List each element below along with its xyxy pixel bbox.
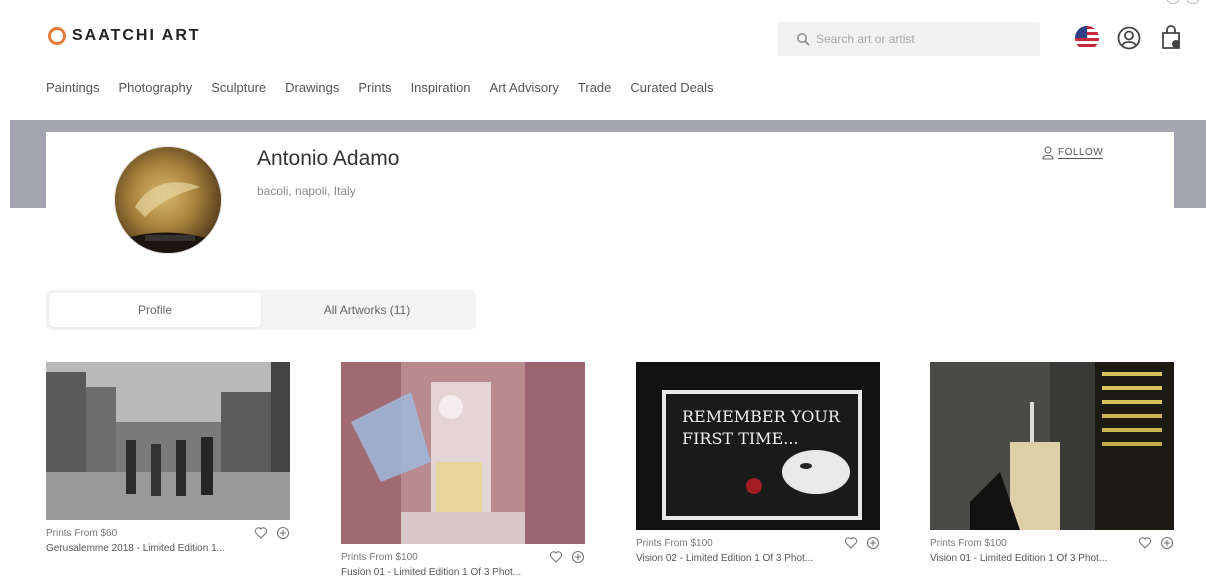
person-icon	[1042, 146, 1054, 160]
heart-icon[interactable]	[549, 550, 563, 564]
heart-icon[interactable]	[1138, 536, 1152, 550]
site-header: SAATCHI ART Search art or artist Paintin…	[0, 0, 1206, 120]
artwork-image[interactable]	[930, 362, 1174, 530]
artwork-price: Prints From $100	[930, 537, 1007, 549]
main-nav: Paintings Photography Sculpture Drawings…	[46, 80, 733, 95]
avatar[interactable]	[114, 146, 222, 254]
nav-item-art-advisory[interactable]: Art Advisory	[490, 80, 559, 95]
artist-name: Antonio Adamo	[257, 147, 400, 170]
nav-item-prints[interactable]: Prints	[358, 80, 391, 95]
circle-icon[interactable]	[1166, 0, 1180, 4]
artwork-price: Prints From $100	[341, 551, 418, 563]
circle-icon[interactable]	[1186, 0, 1200, 4]
search-input[interactable]	[816, 32, 1016, 46]
follow-button[interactable]: FOLLOW	[1042, 146, 1104, 160]
add-to-collection-icon[interactable]	[1160, 536, 1174, 550]
artwork-image[interactable]	[46, 362, 290, 520]
artwork-title[interactable]: Vision 02 - Limited Edition 1 Of 3 Phot.…	[636, 553, 880, 564]
artwork-card[interactable]: REMEMBER YOUR FIRST TIME... Prints From …	[636, 362, 880, 564]
nav-item-trade[interactable]: Trade	[578, 80, 611, 95]
artwork-card[interactable]: Prints From $60 Gerusalemme 2018 - Limit…	[46, 362, 290, 554]
artwork-price: Prints From $100	[636, 537, 713, 549]
tab-profile[interactable]: Profile	[49, 293, 261, 327]
search-icon	[797, 33, 810, 46]
profile-tabs: Profile All Artworks (11)	[46, 290, 476, 330]
flag-us-icon[interactable]	[1074, 25, 1100, 51]
follow-label: FOLLOW	[1058, 147, 1104, 159]
add-to-collection-icon[interactable]	[276, 526, 290, 540]
artwork-title[interactable]: Vision 01 - Limited Edition 1 Of 3 Phot.…	[930, 553, 1174, 564]
logo-ring-icon	[48, 27, 66, 45]
billboard-text-line1: REMEMBER YOUR	[682, 407, 841, 426]
nav-item-curated-deals[interactable]: Curated Deals	[630, 80, 713, 95]
search-box[interactable]	[778, 22, 1040, 56]
artwork-image[interactable]: REMEMBER YOUR FIRST TIME...	[636, 362, 880, 530]
heart-icon[interactable]	[844, 536, 858, 550]
add-to-collection-icon[interactable]	[866, 536, 880, 550]
artwork-title[interactable]: Gerusalemme 2018 - Limited Edition 1...	[46, 543, 290, 554]
artwork-card[interactable]: Prints From $100 Fusion 01 - Limited Edi…	[341, 362, 585, 578]
account-icon[interactable]	[1116, 25, 1142, 51]
add-to-collection-icon[interactable]	[571, 550, 585, 564]
artist-location: bacoli, napoli, Italy	[257, 184, 356, 198]
cart-icon[interactable]	[1158, 25, 1184, 51]
logo[interactable]: SAATCHI ART	[48, 27, 201, 45]
billboard-text-line2: FIRST TIME...	[682, 429, 799, 448]
window-corner-icons	[1166, 0, 1200, 4]
tab-all-artworks[interactable]: All Artworks (11)	[261, 293, 473, 327]
artwork-price: Prints From $60	[46, 527, 118, 539]
artwork-title[interactable]: Fusion 01 - Limited Edition 1 Of 3 Phot.…	[341, 567, 585, 578]
logo-text: SAATCHI ART	[72, 27, 201, 44]
artwork-image[interactable]	[341, 362, 585, 544]
heart-icon[interactable]	[254, 526, 268, 540]
nav-item-paintings[interactable]: Paintings	[46, 80, 99, 95]
nav-item-sculpture[interactable]: Sculpture	[211, 80, 266, 95]
nav-item-inspiration[interactable]: Inspiration	[411, 80, 471, 95]
nav-item-drawings[interactable]: Drawings	[285, 80, 339, 95]
header-icons	[1074, 25, 1184, 51]
artwork-card[interactable]: Prints From $100 Vision 01 - Limited Edi…	[930, 362, 1174, 564]
nav-item-photography[interactable]: Photography	[118, 80, 192, 95]
